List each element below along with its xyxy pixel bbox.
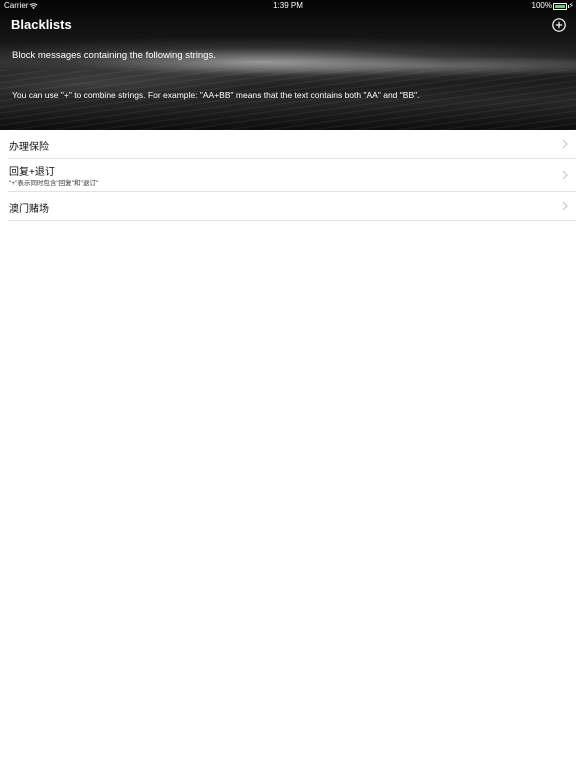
- chevron-right-icon: [562, 170, 568, 180]
- plus-circle-icon: [552, 18, 566, 32]
- page-title: Blacklists: [11, 17, 72, 32]
- header-subtitle: Block messages containing the following …: [12, 50, 216, 61]
- list-item-title: 办理保险: [9, 142, 49, 153]
- battery-icon: [553, 3, 569, 10]
- chevron-right-icon: [562, 139, 568, 149]
- status-time: 1:39 PM: [273, 1, 303, 10]
- list-item-title: 澳门赌场: [9, 204, 49, 215]
- status-bar: Carrier 1:39 PM 100% ⚡: [0, 0, 576, 12]
- blacklist-list: 办理保险 回复+退订 "+"表示同时包含"回复"和"退订" 澳门赌场: [0, 130, 576, 221]
- list-item[interactable]: 澳门赌场: [8, 192, 576, 221]
- chevron-right-icon: [562, 201, 568, 211]
- list-item[interactable]: 回复+退订 "+"表示同时包含"回复"和"退订": [8, 159, 576, 192]
- status-battery-percent: 100%: [531, 1, 552, 10]
- list-item-detail: "+"表示同时包含"回复"和"退订": [9, 180, 99, 187]
- charging-icon: ⚡: [568, 1, 574, 10]
- add-button[interactable]: [552, 18, 566, 32]
- list-item[interactable]: 办理保险: [8, 130, 576, 159]
- header-hint: You can use "+" to combine strings. For …: [12, 90, 420, 100]
- screen: Carrier 1:39 PM 100% ⚡ Blacklists Block …: [0, 0, 576, 768]
- header-image-texture: [0, 70, 576, 130]
- list-item-title: 回复+退订: [9, 167, 55, 178]
- header-background-image: [0, 0, 576, 130]
